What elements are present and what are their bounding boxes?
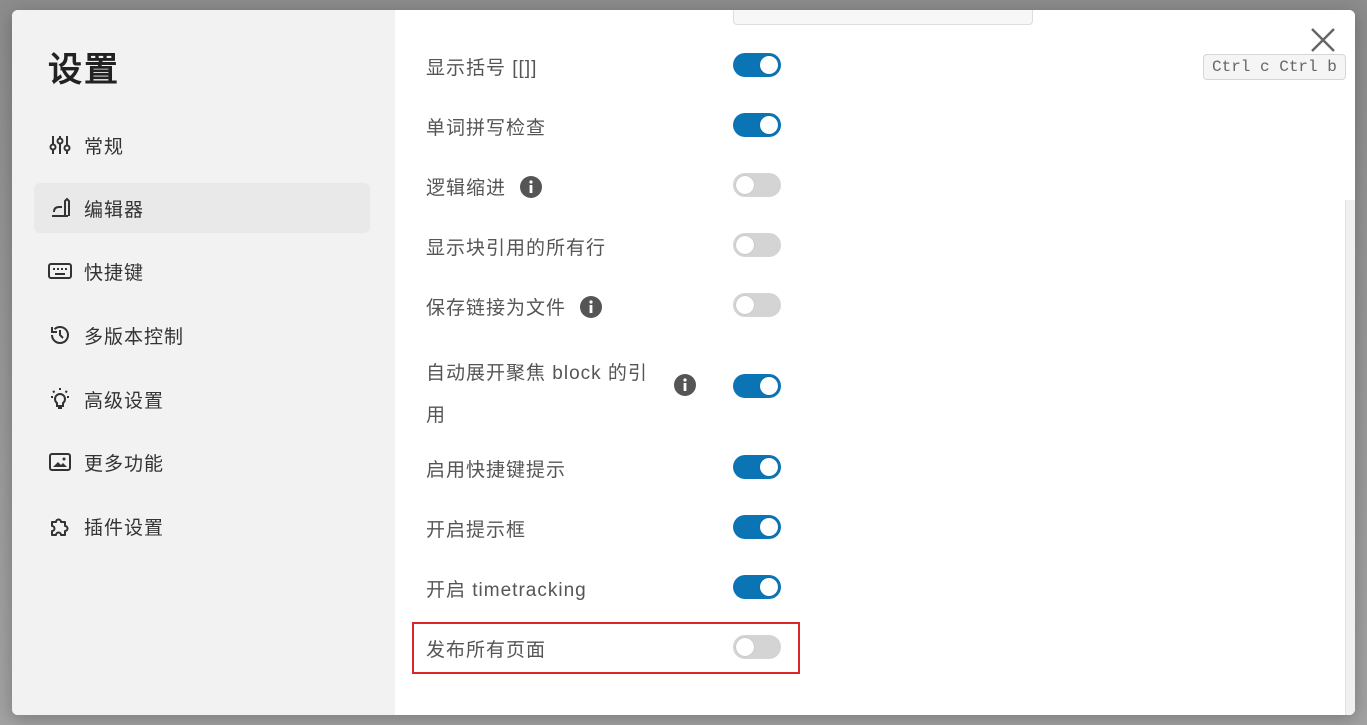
shortcut-hints-toggle[interactable] — [733, 455, 781, 479]
settings-sidebar: 设置 常规 编辑器 快捷键 多版本控制 高级设置 更多功能 插件设置 — [12, 10, 395, 715]
setting-label: 逻辑缩进 — [426, 178, 507, 199]
settings-modal: 设置 常规 编辑器 快捷键 多版本控制 高级设置 更多功能 插件设置 显示括号 … — [12, 10, 1355, 715]
toggle-knob — [736, 236, 754, 254]
setting-label: 单词拼写检查 — [426, 118, 547, 139]
sidebar-item-label: 更多功能 — [84, 453, 165, 475]
setting-row-shortcut-hints: 启用快捷键提示 — [426, 455, 786, 482]
toggle-knob — [736, 296, 754, 314]
bulb-icon — [48, 387, 72, 411]
toggle-knob — [760, 578, 778, 596]
setting-label: 显示块引用的所有行 — [426, 238, 607, 259]
setting-label: 开启 timetracking — [426, 580, 587, 601]
setting-row-block-ref-lines: 显示块引用的所有行 — [426, 233, 786, 260]
sidebar-item-label: 编辑器 — [84, 199, 145, 221]
setting-row-tooltips: 开启提示框 — [426, 515, 786, 542]
sidebar-item-label: 快捷键 — [84, 262, 145, 284]
toggle-knob — [760, 56, 778, 74]
toggle-knob — [736, 638, 754, 656]
toggle-knob — [760, 518, 778, 536]
picture-icon — [48, 450, 72, 474]
info-icon[interactable] — [674, 374, 696, 396]
close-button[interactable] — [1309, 26, 1337, 54]
sliders-icon — [48, 133, 72, 157]
setting-label: 自动展开聚焦 block 的引 — [426, 363, 648, 384]
logical-indent-toggle[interactable] — [733, 173, 781, 197]
sidebar-item-version-control[interactable]: 多版本控制 — [34, 310, 370, 360]
timetracking-toggle[interactable] — [733, 575, 781, 599]
sidebar-item-advanced[interactable]: 高级设置 — [34, 374, 370, 424]
block-ref-lines-toggle[interactable] — [733, 233, 781, 257]
info-icon[interactable] — [580, 295, 603, 318]
cut-off-input[interactable] — [733, 10, 1033, 25]
sidebar-item-plugins[interactable]: 插件设置 — [34, 501, 370, 551]
sidebar-item-editor[interactable]: 编辑器 — [34, 183, 370, 233]
setting-label: 保存链接为文件 — [426, 298, 567, 319]
setting-row-publish-all: 发布所有页面 — [426, 635, 786, 662]
spell-check-toggle[interactable] — [733, 113, 781, 137]
sidebar-item-label: 常规 — [84, 136, 125, 158]
setting-label: 开启提示框 — [426, 520, 527, 541]
tooltips-toggle[interactable] — [733, 515, 781, 539]
setting-label: 显示括号 [[]] — [426, 58, 538, 79]
sidebar-item-more-features[interactable]: 更多功能 — [34, 437, 370, 487]
toggle-knob — [760, 377, 778, 395]
setting-row-timetracking: 开启 timetracking — [426, 575, 786, 602]
page-title: 设置 — [48, 51, 120, 89]
save-links-toggle[interactable] — [733, 293, 781, 317]
setting-row-spell-check: 单词拼写检查 — [426, 113, 786, 140]
show-brackets-toggle[interactable] — [733, 53, 781, 77]
toggle-knob — [760, 116, 778, 134]
setting-label-line2: 用 — [426, 405, 447, 426]
sidebar-item-general[interactable]: 常规 — [34, 120, 370, 170]
sidebar-item-label: 插件设置 — [84, 517, 165, 539]
puzzle-icon — [48, 514, 72, 538]
toggle-knob — [736, 176, 754, 194]
setting-label: 发布所有页面 — [426, 640, 547, 661]
info-icon[interactable] — [520, 175, 543, 198]
scrollbar[interactable] — [1345, 200, 1355, 715]
publish-all-pages-toggle[interactable] — [733, 635, 781, 659]
setting-label: 启用快捷键提示 — [426, 460, 567, 481]
shortcut-hint: Ctrl c Ctrl b — [1203, 54, 1346, 80]
sidebar-item-label: 多版本控制 — [84, 326, 185, 348]
toggle-knob — [760, 458, 778, 476]
setting-row-auto-expand: 自动展开聚焦 block 的引 用 — [426, 353, 676, 437]
setting-row-logical-indent: 逻辑缩进 — [426, 173, 786, 200]
sidebar-item-label: 高级设置 — [84, 390, 165, 412]
editor-icon — [48, 196, 72, 220]
setting-row-show-brackets: 显示括号 [[]] — [426, 53, 786, 80]
settings-content: 显示括号 [[]] 单词拼写检查 逻辑缩进 显示块引用的所有行 保存链接为文件 … — [395, 10, 1355, 715]
sidebar-item-shortcuts[interactable]: 快捷键 — [34, 246, 370, 296]
keyboard-icon — [48, 259, 72, 283]
setting-row-save-links: 保存链接为文件 — [426, 293, 786, 320]
history-icon — [48, 323, 72, 347]
auto-expand-toggle[interactable] — [733, 374, 781, 398]
close-icon — [1311, 28, 1335, 52]
